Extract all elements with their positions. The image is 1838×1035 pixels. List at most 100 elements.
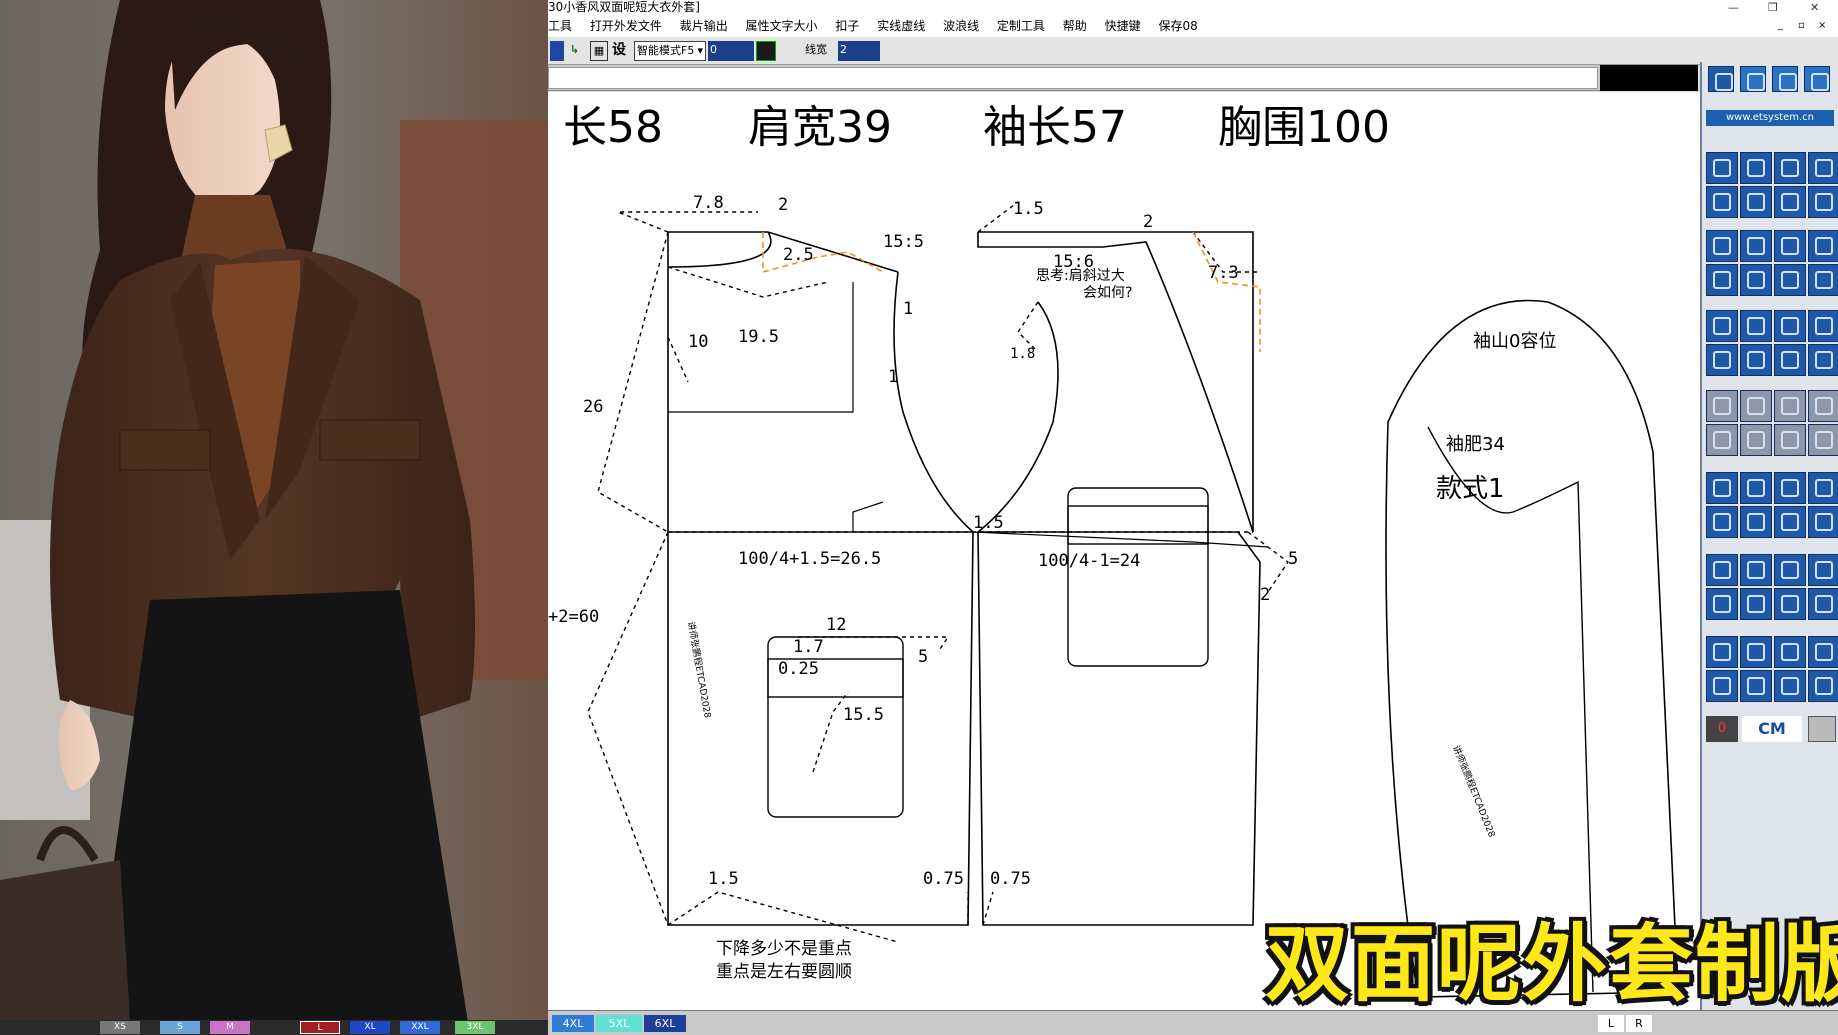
menu-custom-tools[interactable]: 定制工具 bbox=[997, 19, 1045, 33]
tool-et-icon[interactable] bbox=[1774, 472, 1806, 504]
tool-stairs-icon[interactable] bbox=[1740, 506, 1772, 538]
tool-dim-icon[interactable] bbox=[1740, 152, 1772, 184]
unit-button[interactable]: CM bbox=[1742, 716, 1802, 742]
tool-download-icon[interactable] bbox=[1740, 472, 1772, 504]
tool-knife-icon[interactable] bbox=[1740, 424, 1772, 456]
tool-pleat-icon[interactable] bbox=[1706, 390, 1738, 422]
tool-pen-icon[interactable] bbox=[1774, 424, 1806, 456]
menu-wave-line[interactable]: 波浪线 bbox=[943, 19, 979, 33]
maximize-button[interactable]: ❐ bbox=[1768, 0, 1778, 15]
toolbox-icon[interactable] bbox=[1708, 66, 1734, 92]
menu-line-style[interactable]: 实线虚线 bbox=[877, 19, 925, 33]
tool-wave-icon[interactable] bbox=[1774, 264, 1806, 296]
tool-hook-icon[interactable] bbox=[1808, 636, 1838, 668]
tool-vector-icon[interactable] bbox=[1774, 670, 1806, 702]
tool-spiral-icon[interactable] bbox=[1774, 310, 1806, 342]
tool-flat-icon[interactable] bbox=[1706, 670, 1738, 702]
tool-shape-icon[interactable] bbox=[1774, 588, 1806, 620]
tool-skirt-icon[interactable] bbox=[1740, 554, 1772, 586]
tool-arc-icon[interactable] bbox=[1808, 186, 1838, 218]
tool-frame-icon[interactable] bbox=[1774, 554, 1806, 586]
zero-button[interactable]: 0 bbox=[1706, 716, 1738, 742]
menu-tools[interactable]: 工具 bbox=[548, 19, 572, 33]
size-tab[interactable]: XXL bbox=[400, 1021, 440, 1034]
size-tab[interactable]: S bbox=[160, 1021, 200, 1034]
tool-knot-icon[interactable] bbox=[1808, 588, 1838, 620]
tool-measure-icon[interactable] bbox=[1774, 152, 1806, 184]
size-tab[interactable]: XS bbox=[100, 1021, 140, 1034]
value-input[interactable]: 0 bbox=[708, 41, 754, 61]
tool-cross-icon[interactable] bbox=[1808, 554, 1838, 586]
tool-x-icon[interactable] bbox=[1808, 472, 1838, 504]
linewidth-input[interactable]: 2 bbox=[838, 41, 880, 61]
tool-seam-icon[interactable] bbox=[1740, 588, 1772, 620]
tool-button-icon[interactable] bbox=[1740, 310, 1772, 342]
tool-table-icon[interactable] bbox=[1740, 670, 1772, 702]
tool-pants-icon[interactable] bbox=[1740, 344, 1772, 376]
tool-curve2-icon[interactable] bbox=[1706, 506, 1738, 538]
tool-sleeve-icon[interactable] bbox=[1808, 344, 1838, 376]
layers-icon[interactable] bbox=[1772, 66, 1798, 92]
size-tab[interactable]: XL bbox=[350, 1021, 390, 1034]
size-tab-4xl[interactable]: 4XL bbox=[552, 1015, 594, 1032]
tool-fold-icon[interactable] bbox=[1740, 390, 1772, 422]
tool-split-icon[interactable] bbox=[1774, 186, 1806, 218]
tool-curve-icon[interactable] bbox=[1808, 152, 1838, 184]
tool-line-icon[interactable] bbox=[1706, 152, 1738, 184]
tool-arrow-icon[interactable] bbox=[1740, 230, 1772, 262]
child-close-button[interactable]: × bbox=[1818, 15, 1826, 37]
tool-star-icon[interactable] bbox=[1740, 264, 1772, 296]
tool-machine-icon[interactable] bbox=[1706, 310, 1738, 342]
mode-select[interactable]: 智能模式F5 ▾ bbox=[634, 41, 706, 61]
tool-dart-icon[interactable] bbox=[1774, 390, 1806, 422]
drawing-canvas[interactable]: 长58 肩宽39 袖长57 胸围100 7.8 2 2.5 15:5 1.5 2… bbox=[548, 92, 1700, 1010]
tool-scissor-icon[interactable] bbox=[1706, 230, 1738, 262]
child-restore-button[interactable]: ▫ bbox=[1798, 15, 1805, 37]
tool-flower-icon[interactable] bbox=[1774, 230, 1806, 262]
menu-buttons[interactable]: 扣子 bbox=[835, 19, 859, 33]
size-tab[interactable]: M bbox=[210, 1021, 250, 1034]
tool-warning-icon[interactable] bbox=[1740, 636, 1772, 668]
minimize-button[interactable]: — bbox=[1728, 0, 1739, 15]
menu-text-size[interactable]: 属性文字大小 bbox=[746, 19, 818, 33]
tool-import-icon[interactable] bbox=[1706, 472, 1738, 504]
horizontal-scroll[interactable] bbox=[548, 67, 1598, 89]
close-button[interactable]: ✕ bbox=[1810, 0, 1819, 15]
tool-edit-icon[interactable] bbox=[1808, 506, 1838, 538]
tool-gear-icon[interactable] bbox=[1706, 554, 1738, 586]
menu-help[interactable]: 帮助 bbox=[1063, 19, 1087, 33]
tool-collar-icon[interactable] bbox=[1774, 344, 1806, 376]
tool-shirt-icon[interactable] bbox=[1706, 344, 1738, 376]
size-tab[interactable]: L bbox=[300, 1021, 340, 1034]
calculator-icon[interactable] bbox=[1808, 716, 1836, 742]
menu-open-external[interactable]: 打开外发文件 bbox=[590, 19, 662, 33]
nav-right-button[interactable]: R bbox=[1626, 1015, 1652, 1032]
palette-icon[interactable] bbox=[1740, 66, 1766, 92]
size-tab-5xl[interactable]: 5XL bbox=[596, 1015, 642, 1032]
tool-plus-icon[interactable] bbox=[1808, 230, 1838, 262]
nav-left-button[interactable]: L bbox=[1598, 1015, 1624, 1032]
tool-shop-icon[interactable] bbox=[1706, 636, 1738, 668]
settings-label[interactable]: 设 bbox=[612, 41, 630, 61]
tool-hem-icon[interactable] bbox=[1808, 390, 1838, 422]
tool-mirror-icon[interactable] bbox=[1740, 186, 1772, 218]
snap-icon[interactable] bbox=[756, 41, 776, 61]
tool-tri-icon[interactable] bbox=[1706, 424, 1738, 456]
menu-shortcuts[interactable]: 快捷键 bbox=[1105, 19, 1141, 33]
tool-brush-icon[interactable] bbox=[1808, 424, 1838, 456]
tool-pin-icon[interactable] bbox=[1706, 264, 1738, 296]
tool-copy-icon[interactable] bbox=[1774, 506, 1806, 538]
tool-offset-icon[interactable] bbox=[1808, 264, 1838, 296]
tool-angle-icon[interactable] bbox=[1706, 186, 1738, 218]
arrow-icon[interactable]: ↳ bbox=[570, 41, 588, 61]
tool-rotate-icon[interactable] bbox=[1808, 310, 1838, 342]
tool-ruler-icon[interactable] bbox=[1774, 636, 1806, 668]
grid-icon[interactable]: ▦ bbox=[590, 41, 608, 61]
menu-cut-output[interactable]: 裁片输出 bbox=[680, 19, 728, 33]
tool-loop-icon[interactable] bbox=[1808, 670, 1838, 702]
menu-save[interactable]: 保存08 bbox=[1158, 19, 1197, 33]
tool-scale-icon[interactable] bbox=[1706, 588, 1738, 620]
size-tab[interactable]: 3XL bbox=[455, 1021, 495, 1034]
size-tab-6xl[interactable]: 6XL bbox=[644, 1015, 686, 1032]
child-minimize-button[interactable]: _ bbox=[1778, 15, 1783, 37]
